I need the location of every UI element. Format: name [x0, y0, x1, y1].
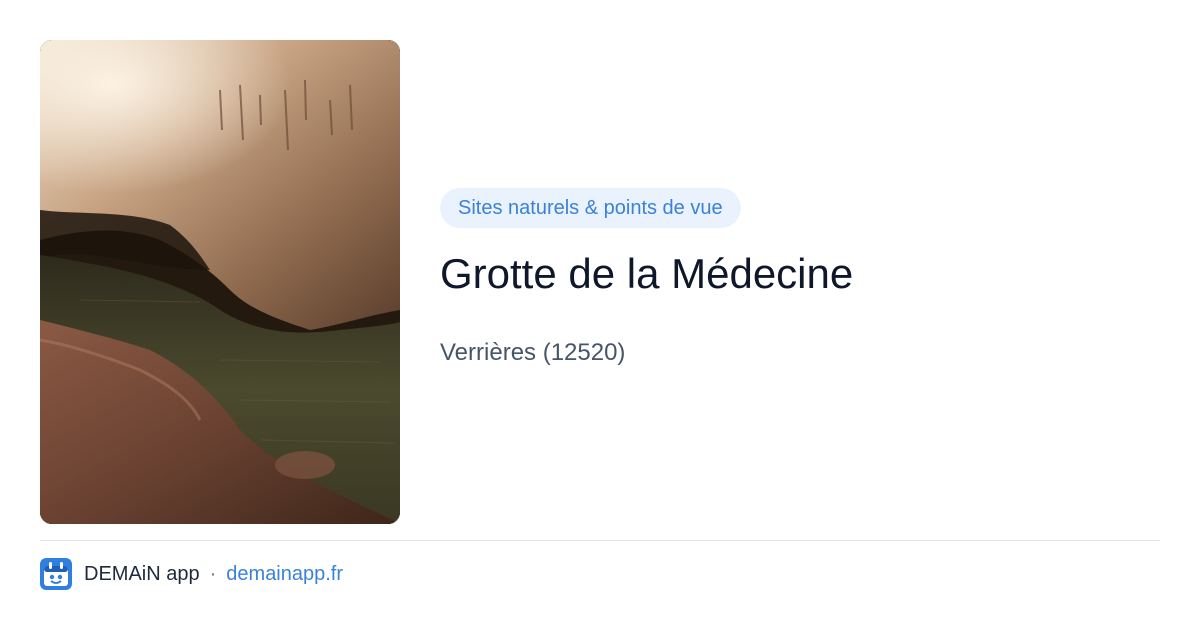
demain-app-logo-icon: [40, 558, 72, 590]
footer-divider: [40, 540, 1160, 541]
app-name: DEMAiN app: [84, 562, 200, 585]
footer-separator: ·: [209, 562, 217, 585]
share-card: Sites naturels & points de vue Grotte de…: [0, 0, 1200, 630]
app-website-link[interactable]: demainapp.fr: [226, 563, 343, 586]
category-badge[interactable]: Sites naturels & points de vue: [440, 188, 741, 228]
place-title: Grotte de la Médecine: [440, 250, 854, 297]
place-location: Verrières (12520): [440, 339, 626, 366]
place-info: Sites naturels & points de vue Grotte de…: [440, 188, 1160, 368]
footer: DEMAiN app · demainapp.fr: [40, 557, 343, 591]
cave-photo-image: [40, 40, 400, 524]
cave-photo: [40, 40, 400, 524]
